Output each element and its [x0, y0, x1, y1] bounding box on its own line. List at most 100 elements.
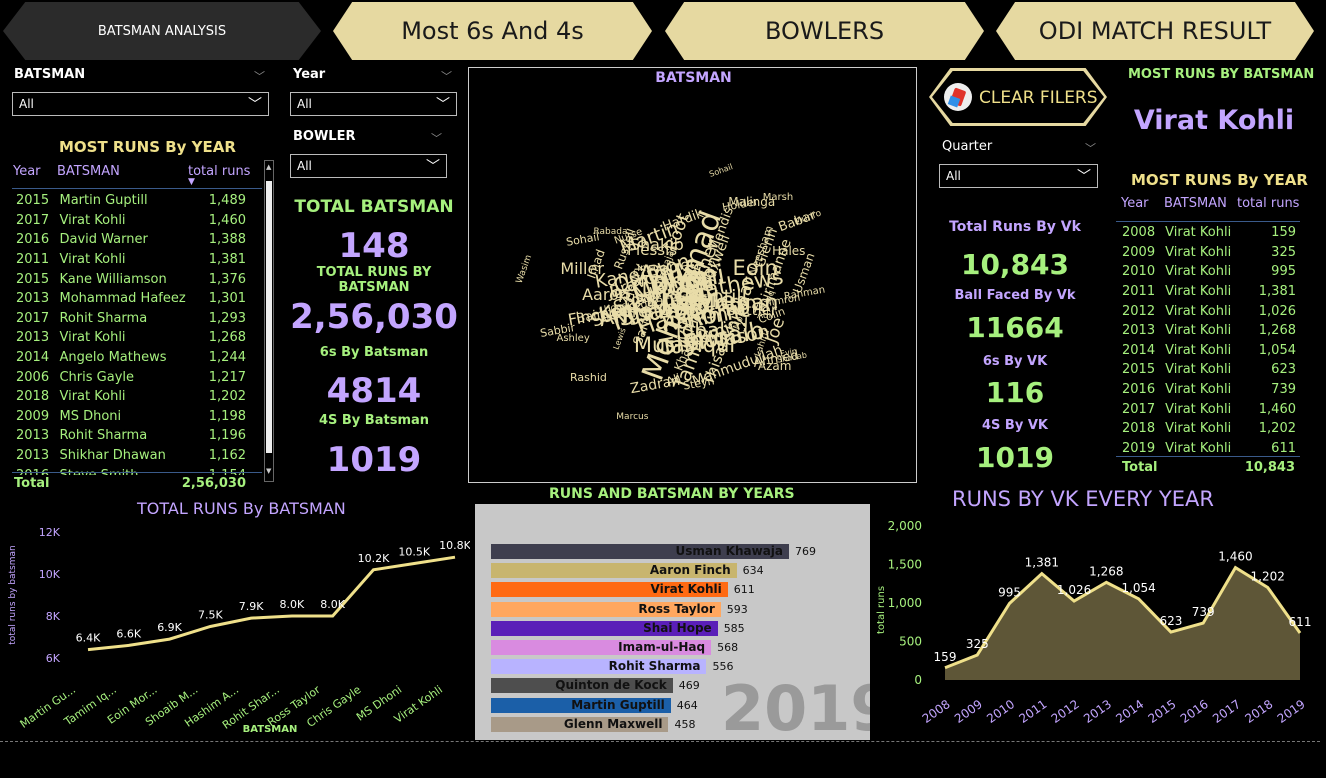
tab-odi-match-result[interactable]: ODI MATCH RESULT [996, 2, 1314, 60]
wordcloud-word[interactable]: Ashley [557, 333, 590, 344]
header-total-runs[interactable]: total runs [188, 164, 250, 179]
scrollbar[interactable]: ▲ ▼ [264, 160, 274, 482]
row-total-runs: 1,054 [1258, 342, 1296, 358]
table-row[interactable]: 2015 Martin Guptill 1,489 [12, 191, 246, 211]
wordcloud-word[interactable]: Sohail [708, 162, 734, 179]
bowler-slicer-dropdown[interactable]: All ﹀ [290, 154, 447, 178]
wordcloud-word[interactable]: Holder [721, 195, 759, 214]
table-row[interactable]: 2014 Angelo Mathews 1,244 [12, 348, 246, 368]
table-row[interactable]: 2015 Kane Williamson 1,376 [12, 269, 246, 289]
row-year: 2009 [1122, 244, 1156, 260]
bar-label: Shai Hope [643, 620, 712, 635]
chevron-down-icon[interactable]: ﹀ [441, 68, 452, 84]
table-row[interactable]: 2011 Virat Kohli 1,381 [1116, 282, 1296, 302]
vk-table-title: MOST RUNS By YEAR [1131, 171, 1308, 189]
table-row[interactable]: 2016 Virat Kohli 739 [1116, 380, 1296, 400]
row-batsman: Virat Kohli [1165, 421, 1232, 437]
table-row[interactable]: 2006 Chris Gayle 1,217 [12, 367, 246, 387]
table-row[interactable]: 2009 Virat Kohli 325 [1116, 243, 1296, 263]
data-label: 8.0K [320, 598, 345, 611]
header-batsman[interactable]: BATSMAN [57, 164, 120, 179]
table-row[interactable]: 2017 Virat Kohli 1,460 [12, 211, 246, 231]
row-year: 2017 [1122, 401, 1156, 417]
fours-by-batsman-label: 4S By Batsman [318, 413, 430, 428]
wordcloud-word[interactable]: Adil [757, 312, 774, 321]
row-total-runs: 1,154 [187, 465, 246, 475]
chevron-down-icon[interactable]: ﹀ [254, 68, 265, 84]
batsman-slicer-dropdown[interactable]: All ﹀ [12, 92, 269, 116]
row-total-runs: 1,162 [208, 448, 246, 464]
x-tick-label: 2015 [1146, 697, 1179, 726]
wordcloud-word[interactable]: Steyn [682, 375, 715, 393]
table-row[interactable]: 2017 Rohit Sharma 1,293 [12, 309, 246, 329]
vk-total-value: 10,843 [1244, 460, 1295, 475]
wordcloud-word[interactable]: Wasim [515, 253, 535, 284]
tab-batsman-analysis[interactable]: BATSMAN ANALYSIS [3, 2, 321, 60]
vk-header-total-runs[interactable]: total runs [1237, 196, 1299, 211]
y-tick-label: 1,000 [888, 596, 922, 610]
x-tick-label: 2019 [1275, 697, 1308, 726]
year-slicer-value: All [297, 97, 312, 111]
table-row[interactable]: 2016 David Warner 1,388 [12, 230, 246, 250]
row-batsman: Virat Kohli [59, 212, 126, 228]
x-tick-label: 2018 [1242, 697, 1275, 726]
data-label: 8.0K [280, 598, 305, 611]
table-row[interactable]: 2013 Mohammad Hafeez 1,301 [12, 289, 246, 309]
vk-header-batsman[interactable]: BATSMAN [1164, 196, 1227, 211]
chevron-down-icon[interactable]: ﹀ [1085, 140, 1096, 156]
table-row[interactable]: 2011 Virat Kohli 1,381 [12, 250, 246, 270]
wordcloud-word[interactable]: Imam [637, 263, 666, 274]
bar-chart-title: RUNS AND BATSMAN BY YEARS [549, 486, 795, 502]
scroll-up-icon[interactable]: ▲ [266, 163, 271, 171]
total-runs-label: TOTAL RUNS BY BATSMAN [316, 265, 432, 295]
table-row[interactable]: 2018 Virat Kohli 1,202 [1116, 419, 1296, 439]
table-row[interactable]: 2017 Virat Kohli 1,460 [1116, 399, 1296, 419]
table-row[interactable]: 2016Steve Smith1,154 [12, 465, 246, 475]
data-label: 623 [1159, 614, 1182, 628]
most-runs-rows: 2015 Martin Guptill 1,489 2017 Virat Kohli 1,… [12, 191, 246, 475]
row-batsman: Virat Kohli [1165, 342, 1232, 358]
data-label: 10.2K [358, 552, 390, 565]
runs-and-batsman-by-years-chart: 2019 Usman Khawaja 769 Aaron Finch 634 Virat… [475, 504, 870, 740]
bar-value: 458 [674, 717, 696, 731]
clear-filters-inner: CLEAR FILERS [932, 71, 1104, 123]
table-row[interactable]: 2013 Rohit Sharma 1,196 [12, 426, 246, 446]
wordcloud-word[interactable]: Hales [772, 245, 805, 257]
table-row[interactable]: 2013 Virat Kohli 1,268 [12, 328, 246, 348]
wordcloud-word[interactable]: Jadeja [679, 292, 709, 303]
table-row[interactable]: 2014 Virat Kohli 1,054 [1116, 341, 1296, 361]
table-row[interactable]: 2015 Virat Kohli 623 [1116, 360, 1296, 380]
scrollbar-thumb[interactable] [266, 181, 272, 453]
chevron-down-icon[interactable]: ﹀ [431, 130, 442, 146]
wordcloud-word[interactable]: Marcus [616, 412, 648, 422]
data-label: 6.4K [76, 632, 101, 645]
chevron-down-icon: ﹀ [248, 97, 262, 113]
table-row[interactable]: 2013 Virat Kohli 1,268 [1116, 321, 1296, 341]
table-row[interactable]: 2013 Shikhar Dhawan 1,162 [12, 446, 246, 466]
total-divider [12, 472, 262, 473]
table-row[interactable]: 2008 Virat Kohli 159 [1116, 223, 1296, 243]
row-year: 2017 [16, 310, 50, 326]
vk-header-year[interactable]: Year [1121, 196, 1149, 211]
most-runs-batsman-label: MOST RUNS BY BATSMAN [1128, 67, 1315, 82]
quarter-slicer-dropdown[interactable]: All ﹀ [939, 164, 1098, 188]
wordcloud-word[interactable]: Rashid [570, 372, 607, 383]
year-slicer-dropdown[interactable]: All ﹀ [290, 92, 457, 116]
row-year: 2014 [1122, 342, 1156, 358]
row-total-runs: 1,489 [208, 193, 246, 209]
scroll-down-icon[interactable]: ▼ [266, 467, 271, 475]
table-row[interactable]: 2009 MS Dhoni 1,198 [12, 407, 246, 427]
wordcloud-word[interactable]: Marsh [763, 192, 793, 203]
data-label: 7.5K [198, 609, 223, 622]
row-year: 2013 [16, 330, 50, 346]
tab-most-6s-and-4s[interactable]: Most 6s And 4s [333, 2, 652, 60]
table-row[interactable]: 2010 Virat Kohli 995 [1116, 262, 1296, 282]
row-batsman: Virat Kohli [59, 389, 126, 405]
row-batsman: Virat Kohli [1165, 362, 1232, 378]
table-row[interactable]: 2012 Virat Kohli 1,026 [1116, 301, 1296, 321]
header-year[interactable]: Year [13, 164, 41, 179]
table-row[interactable]: 2018 Virat Kohli 1,202 [12, 387, 246, 407]
tab-bowlers[interactable]: BOWLERS [665, 2, 984, 60]
clear-filters-button[interactable]: CLEAR FILERS [929, 68, 1107, 126]
wordcloud-word[interactable]: Rabada [593, 227, 627, 237]
